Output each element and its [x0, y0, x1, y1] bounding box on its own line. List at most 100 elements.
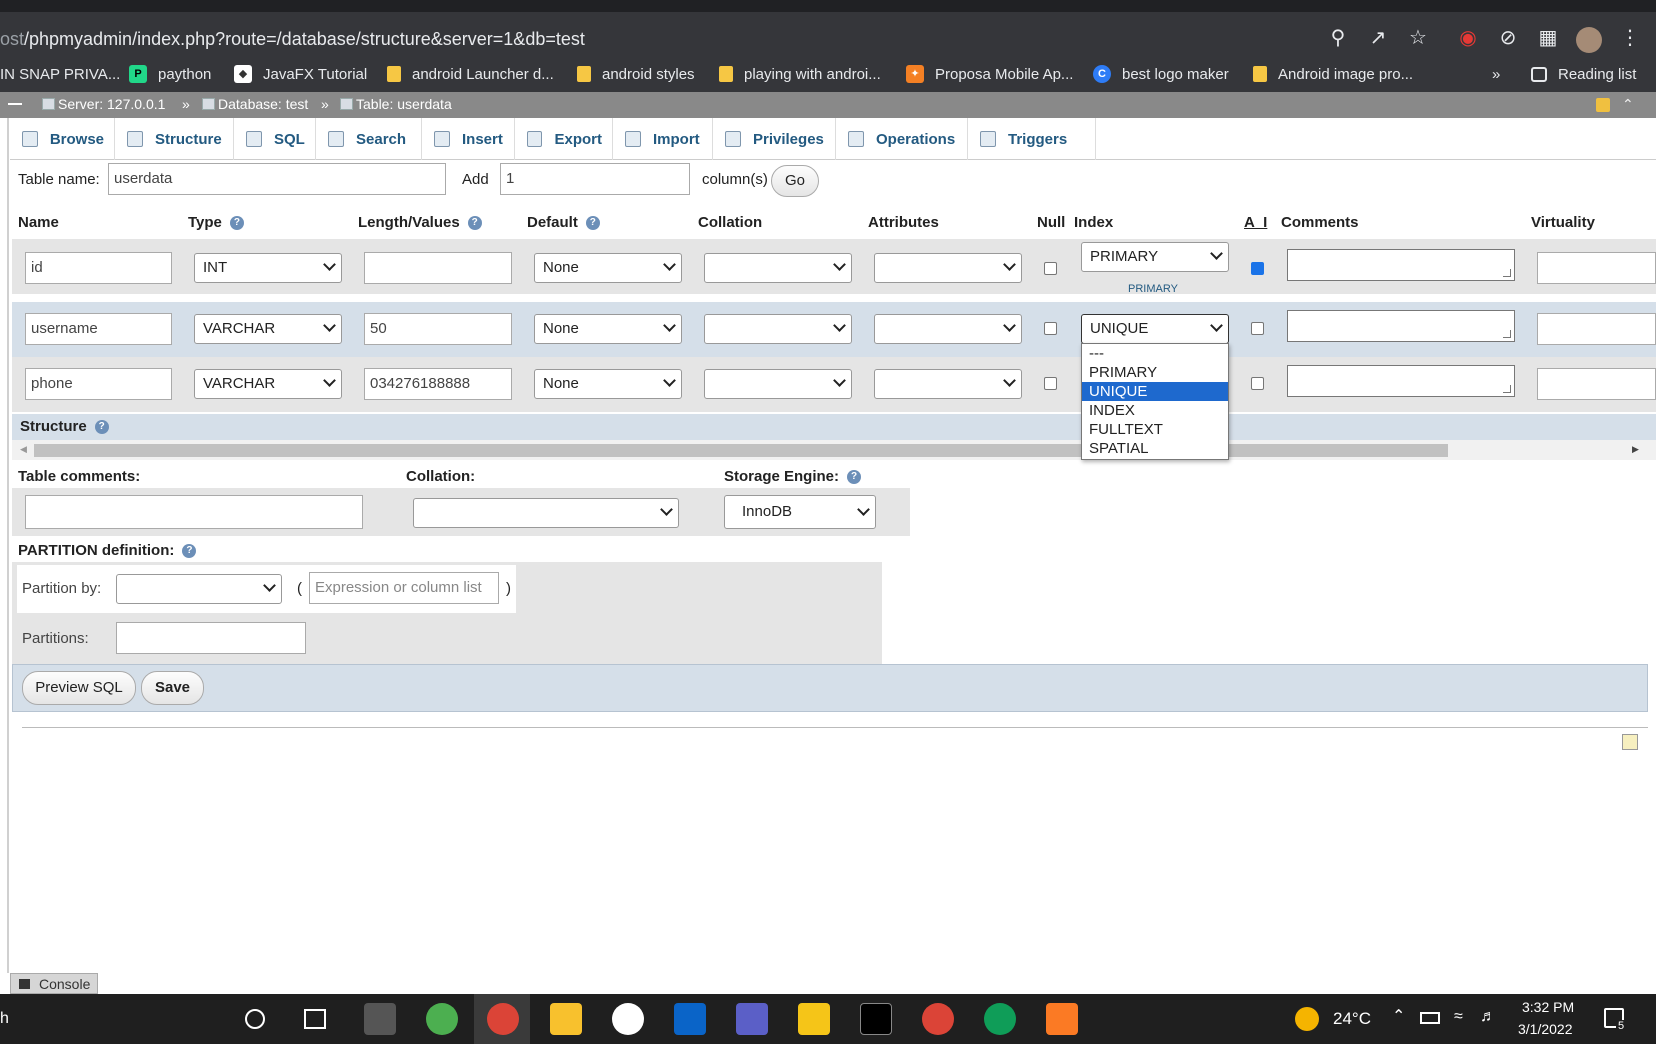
console-toggle[interactable]: Console: [10, 973, 98, 994]
dropdown-option[interactable]: SPATIAL: [1082, 439, 1228, 458]
default-select[interactable]: None: [534, 369, 682, 399]
app-icon[interactable]: [364, 1003, 396, 1035]
tab-privileges[interactable]: Privileges: [713, 118, 836, 160]
default-select[interactable]: None: [534, 314, 682, 344]
column-name-input[interactable]: username: [25, 313, 172, 345]
menu-dots-icon[interactable]: ⋮: [1618, 26, 1642, 50]
comments-textarea[interactable]: [1287, 310, 1515, 342]
taskbar-search-text[interactable]: h: [0, 1010, 9, 1028]
go-button[interactable]: Go: [771, 165, 819, 197]
dropdown-option-selected[interactable]: UNIQUE: [1082, 382, 1228, 401]
app-icon[interactable]: [798, 1003, 830, 1035]
tab-sql[interactable]: SQL: [234, 118, 316, 160]
tab-structure[interactable]: Structure: [115, 118, 234, 160]
ai-checkbox[interactable]: [1251, 377, 1264, 390]
scrollbar-thumb[interactable]: [34, 444, 1448, 457]
volume-icon[interactable]: ♬: [1480, 1008, 1496, 1026]
bookmark-item[interactable]: android Launcher d...: [387, 56, 554, 92]
help-icon[interactable]: ?: [467, 216, 482, 231]
attributes-select[interactable]: [874, 369, 1022, 399]
spring-icon[interactable]: [426, 1003, 458, 1035]
comments-textarea[interactable]: [1287, 249, 1515, 281]
breadcrumb-database[interactable]: Database: test: [202, 96, 308, 112]
ai-checkbox[interactable]: [1251, 322, 1264, 335]
length-input[interactable]: 50: [364, 313, 512, 345]
bookmarks-more-button[interactable]: »: [1492, 56, 1500, 92]
null-checkbox[interactable]: [1044, 322, 1057, 335]
help-icon[interactable]: ?: [585, 216, 600, 231]
lock-icon[interactable]: [1596, 98, 1610, 112]
comments-textarea[interactable]: [1287, 365, 1515, 397]
help-icon[interactable]: ?: [182, 544, 197, 559]
block-icon[interactable]: ⊘: [1496, 26, 1520, 50]
bookmark-item[interactable]: Cbest logo maker: [1093, 56, 1229, 92]
help-icon[interactable]: ?: [94, 420, 109, 435]
column-name-input[interactable]: id: [25, 252, 172, 284]
attributes-select[interactable]: [874, 314, 1022, 344]
partition-by-select[interactable]: [116, 574, 282, 604]
virtuality-select[interactable]: [1537, 252, 1656, 284]
terminal-icon[interactable]: [860, 1003, 892, 1035]
partition-expression-input[interactable]: Expression or column list: [309, 572, 499, 604]
bookmark-item[interactable]: ✦ Proposa Mobile Ap...: [906, 56, 1073, 92]
star-icon[interactable]: ☆: [1406, 26, 1430, 50]
battery-icon[interactable]: [1420, 1012, 1440, 1024]
null-checkbox[interactable]: [1044, 262, 1057, 275]
file-explorer-icon[interactable]: [550, 1003, 582, 1035]
xampp-icon[interactable]: [1046, 1003, 1078, 1035]
tab-operations[interactable]: Operations: [836, 118, 968, 160]
resize-handle-icon[interactable]: [1503, 385, 1511, 393]
type-select[interactable]: VARCHAR: [194, 314, 342, 344]
table-name-input[interactable]: userdata: [108, 163, 446, 195]
weather-temp[interactable]: 24°C: [1333, 1009, 1371, 1029]
default-select[interactable]: None: [534, 253, 682, 283]
tab-import[interactable]: Import: [613, 118, 713, 160]
avatar[interactable]: [1576, 27, 1602, 53]
attributes-select[interactable]: [874, 253, 1022, 283]
dropdown-option[interactable]: ---: [1082, 344, 1228, 363]
reading-list-button[interactable]: Reading list: [1531, 56, 1636, 92]
bookmark-item[interactable]: playing with androi...: [719, 56, 881, 92]
type-select[interactable]: VARCHAR: [194, 369, 342, 399]
tab-browse[interactable]: Browse: [10, 118, 115, 160]
task-view-icon[interactable]: [304, 1009, 326, 1029]
extension-red-icon[interactable]: ◉: [1456, 26, 1480, 50]
tab-search[interactable]: Search: [316, 118, 422, 160]
length-input[interactable]: [364, 252, 512, 284]
collation-select[interactable]: [704, 253, 852, 283]
clock-time[interactable]: 3:32 PM: [1522, 999, 1574, 1015]
save-button[interactable]: Save: [141, 671, 204, 705]
tab-insert[interactable]: Insert: [422, 118, 515, 160]
partitions-input[interactable]: [116, 622, 306, 654]
ai-checkbox[interactable]: [1251, 262, 1264, 275]
column-name-input[interactable]: phone: [25, 368, 172, 400]
scroll-right-icon[interactable]: ▶: [1632, 444, 1639, 455]
index-select[interactable]: PRIMARY: [1081, 242, 1229, 272]
chrome-profile-icon[interactable]: [984, 1003, 1016, 1035]
collation-select[interactable]: [704, 314, 852, 344]
bookmark-item[interactable]: Ppaython: [129, 56, 211, 92]
dropdown-option[interactable]: FULLTEXT: [1082, 420, 1228, 439]
puzzle-icon[interactable]: ▦: [1536, 26, 1560, 50]
outlook-icon[interactable]: [674, 1003, 706, 1035]
collapse-icon[interactable]: [8, 103, 22, 117]
breadcrumb-table[interactable]: Table: userdata: [340, 96, 452, 112]
tab-triggers[interactable]: Triggers: [968, 118, 1096, 160]
dropdown-option[interactable]: PRIMARY: [1082, 363, 1228, 382]
virtuality-select[interactable]: [1537, 313, 1656, 345]
weather-icon[interactable]: [1295, 1007, 1319, 1031]
url-text[interactable]: ost/phpmyadmin/index.php?route=/database…: [0, 29, 585, 50]
teams-icon[interactable]: [736, 1003, 768, 1035]
page-settings-icon[interactable]: [1622, 734, 1638, 750]
horizontal-scrollbar[interactable]: ◀ ▶: [12, 440, 1656, 460]
tray-chevron-icon[interactable]: ⌃: [1392, 1006, 1405, 1026]
clock-date[interactable]: 3/1/2022: [1518, 1021, 1573, 1037]
bookmark-item[interactable]: Android image pro...: [1253, 56, 1413, 92]
bookmark-item[interactable]: IN SNAP PRIVA...: [0, 56, 120, 92]
resize-handle-icon[interactable]: [1503, 330, 1511, 338]
scroll-left-icon[interactable]: ◀: [20, 444, 27, 455]
share-icon[interactable]: ↗: [1366, 26, 1390, 50]
dropdown-option[interactable]: INDEX: [1082, 401, 1228, 420]
length-input[interactable]: 034276188888: [364, 368, 512, 400]
help-icon[interactable]: ?: [847, 470, 862, 485]
